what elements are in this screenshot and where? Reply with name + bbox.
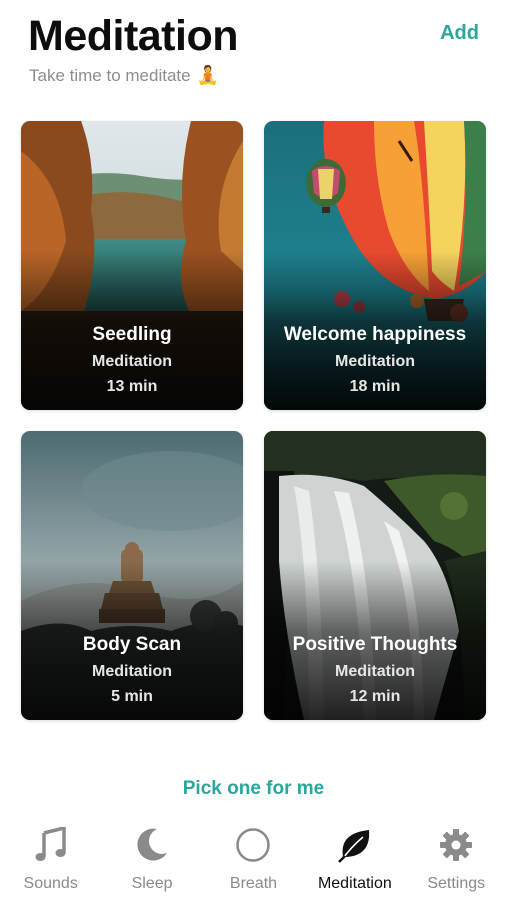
- card-type: Meditation: [335, 353, 415, 370]
- meditation-card-welcome-happiness[interactable]: Welcome happiness Meditation 18 min: [264, 121, 486, 410]
- subtitle-text: Take time to meditate: [29, 65, 191, 85]
- tab-sounds[interactable]: Sounds: [0, 826, 101, 893]
- card-duration: 13 min: [106, 378, 158, 395]
- tab-breath[interactable]: Breath: [203, 826, 304, 893]
- meditation-emoji-icon: 🧘: [196, 65, 219, 85]
- page-subtitle: Take time to meditate 🧘: [29, 65, 219, 86]
- card-type: Meditation: [92, 663, 172, 680]
- moon-icon: [135, 826, 169, 864]
- card-title: Positive Thoughts: [292, 634, 458, 655]
- meditation-screen: Meditation Take time to meditate 🧘 Add S…: [0, 0, 507, 900]
- card-duration: 12 min: [349, 688, 401, 705]
- tab-label: Settings: [427, 875, 486, 892]
- card-duration: 5 min: [111, 688, 153, 705]
- card-title: Welcome happiness: [283, 324, 467, 345]
- card-duration: 18 min: [349, 378, 401, 395]
- tab-label: Meditation: [317, 875, 392, 892]
- tab-bar: Sounds Sleep Breath Meditation Settings: [0, 826, 507, 900]
- card-title: Body Scan: [82, 634, 182, 655]
- meditation-card-seedling[interactable]: Seedling Meditation 13 min: [21, 121, 243, 410]
- gear-icon: [439, 826, 473, 864]
- card-type: Meditation: [335, 663, 415, 680]
- pick-one-for-me-button[interactable]: Pick one for me: [0, 778, 507, 800]
- tab-label: Sleep: [131, 875, 173, 892]
- tab-label: Breath: [229, 875, 278, 892]
- card-title: Seedling: [92, 324, 172, 345]
- tab-settings[interactable]: Settings: [406, 826, 507, 893]
- add-button[interactable]: Add: [440, 22, 479, 45]
- meditation-card-positive-thoughts[interactable]: Positive Thoughts Meditation 12 min: [264, 431, 486, 720]
- meditation-card-body-scan[interactable]: Body Scan Meditation 5 min: [21, 431, 243, 720]
- leaf-icon: [337, 826, 373, 864]
- tab-meditation[interactable]: Meditation: [304, 826, 405, 893]
- card-type: Meditation: [92, 353, 172, 370]
- tab-sleep[interactable]: Sleep: [102, 826, 203, 893]
- circle-icon: [235, 826, 271, 864]
- music-note-icon: [34, 826, 68, 864]
- page-title: Meditation: [28, 12, 238, 60]
- tab-label: Sounds: [23, 875, 78, 892]
